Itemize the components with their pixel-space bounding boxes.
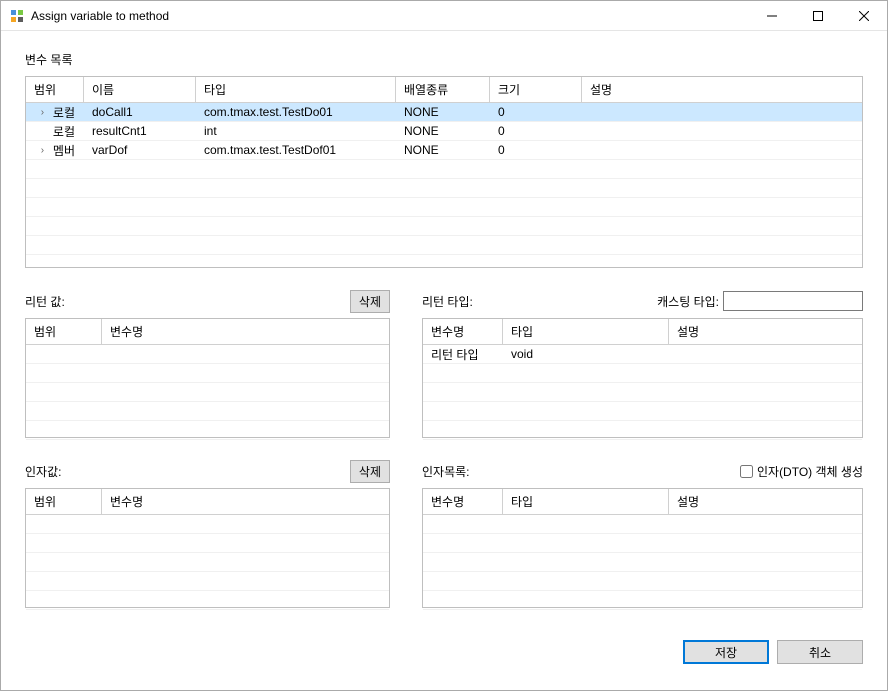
cell-array: NONE xyxy=(396,143,490,157)
cell-scope: 멤버 xyxy=(51,142,75,159)
table-row[interactable] xyxy=(26,515,389,534)
variable-list-header: 범위 이름 타입 배열종류 크기 설명 xyxy=(26,77,862,103)
table-row[interactable] xyxy=(423,515,862,534)
col-size[interactable]: 크기 xyxy=(490,77,582,102)
cell-size: 0 xyxy=(490,143,582,157)
col-type[interactable]: 타입 xyxy=(503,489,669,514)
return-type-table[interactable]: 변수명 타입 설명 리턴 타입void xyxy=(422,318,863,438)
cell-varname: 리턴 타입 xyxy=(423,346,503,363)
table-row[interactable] xyxy=(26,421,389,440)
return-value-table[interactable]: 범위 변수명 xyxy=(25,318,390,438)
expand-icon[interactable]: › xyxy=(34,107,51,118)
col-scope[interactable]: 범위 xyxy=(26,489,102,514)
table-row[interactable] xyxy=(26,572,389,591)
table-row[interactable] xyxy=(423,402,862,421)
col-name[interactable]: 이름 xyxy=(84,77,196,102)
cell-name: resultCnt1 xyxy=(84,124,196,138)
arg-value-label: 인자값: xyxy=(25,463,61,480)
dto-checkbox[interactable] xyxy=(740,465,753,478)
table-row[interactable] xyxy=(26,179,862,198)
col-varname[interactable]: 변수명 xyxy=(102,319,389,344)
table-row[interactable] xyxy=(26,534,389,553)
table-row[interactable] xyxy=(423,421,862,440)
col-varname[interactable]: 변수명 xyxy=(423,489,503,514)
col-varname[interactable]: 변수명 xyxy=(423,319,503,344)
arg-value-header: 범위 변수명 xyxy=(26,489,389,515)
app-icon xyxy=(9,8,25,24)
return-value-delete-button[interactable]: 삭제 xyxy=(350,290,390,313)
table-row[interactable] xyxy=(423,591,862,610)
window-title: Assign variable to method xyxy=(31,9,749,23)
col-desc[interactable]: 설명 xyxy=(669,489,862,514)
expand-icon[interactable]: › xyxy=(34,145,51,156)
arg-list-header: 변수명 타입 설명 xyxy=(423,489,862,515)
col-desc[interactable]: 설명 xyxy=(582,77,862,102)
cell-size: 0 xyxy=(490,124,582,138)
cell-type: com.tmax.test.TestDo01 xyxy=(196,105,396,119)
arg-value-delete-button[interactable]: 삭제 xyxy=(350,460,390,483)
close-button[interactable] xyxy=(841,1,887,31)
dto-checkbox-wrap[interactable]: 인자(DTO) 객체 생성 xyxy=(740,463,863,480)
cell-size: 0 xyxy=(490,105,582,119)
table-row[interactable] xyxy=(423,534,862,553)
casting-type-label: 캐스팅 타입: xyxy=(657,293,719,310)
table-row[interactable] xyxy=(26,160,862,179)
table-row[interactable] xyxy=(26,255,862,273)
casting-type-input[interactable] xyxy=(723,291,863,311)
dialog-buttons: 저장 취소 xyxy=(1,624,887,664)
cell-scope: 로컬 xyxy=(51,123,75,140)
table-row[interactable] xyxy=(423,383,862,402)
table-row[interactable]: ›로컬 doCall1com.tmax.test.TestDo01NONE0 xyxy=(26,103,862,122)
maximize-button[interactable] xyxy=(795,1,841,31)
table-row[interactable] xyxy=(26,236,862,255)
cell-type: int xyxy=(196,124,396,138)
cell-array: NONE xyxy=(396,124,490,138)
cancel-button[interactable]: 취소 xyxy=(777,640,863,664)
table-row[interactable] xyxy=(26,402,389,421)
table-row[interactable]: 로컬 resultCnt1intNONE0 xyxy=(26,122,862,141)
titlebar: Assign variable to method xyxy=(1,1,887,31)
table-row[interactable] xyxy=(26,217,862,236)
table-row[interactable] xyxy=(423,553,862,572)
table-row[interactable] xyxy=(26,553,389,572)
table-row[interactable] xyxy=(26,383,389,402)
col-type[interactable]: 타입 xyxy=(503,319,669,344)
cell-name: doCall1 xyxy=(84,105,196,119)
col-desc[interactable]: 설명 xyxy=(669,319,862,344)
table-row[interactable] xyxy=(26,345,389,364)
minimize-button[interactable] xyxy=(749,1,795,31)
table-row[interactable] xyxy=(26,364,389,383)
table-row[interactable] xyxy=(423,364,862,383)
arg-list-label: 인자목록: xyxy=(422,463,470,480)
return-value-label: 리턴 값: xyxy=(25,293,65,310)
dialog-content: 변수 목록 범위 이름 타입 배열종류 크기 설명 ›로컬doCall1com.… xyxy=(1,31,887,624)
table-row[interactable]: 리턴 타입void xyxy=(423,345,862,364)
cell-array: NONE xyxy=(396,105,490,119)
return-type-label: 리턴 타입: xyxy=(422,293,473,310)
return-value-header: 범위 변수명 xyxy=(26,319,389,345)
table-row[interactable] xyxy=(26,591,389,610)
save-button[interactable]: 저장 xyxy=(683,640,769,664)
variable-list-table[interactable]: 범위 이름 타입 배열종류 크기 설명 ›로컬doCall1com.tmax.t… xyxy=(25,76,863,268)
cell-type: void xyxy=(503,347,669,361)
col-array[interactable]: 배열종류 xyxy=(396,77,490,102)
table-row[interactable]: ›멤버 varDofcom.tmax.test.TestDof01NONE0 xyxy=(26,141,862,160)
col-scope[interactable]: 범위 xyxy=(26,319,102,344)
col-scope[interactable]: 범위 xyxy=(26,77,84,102)
table-row[interactable] xyxy=(26,198,862,217)
arg-list-table[interactable]: 변수명 타입 설명 xyxy=(422,488,863,608)
variable-list-label: 변수 목록 xyxy=(25,51,863,68)
col-varname[interactable]: 변수명 xyxy=(102,489,389,514)
arg-value-table[interactable]: 범위 변수명 xyxy=(25,488,390,608)
col-type[interactable]: 타입 xyxy=(196,77,396,102)
return-type-header: 변수명 타입 설명 xyxy=(423,319,862,345)
cell-name: varDof xyxy=(84,143,196,157)
cell-scope: 로컬 xyxy=(51,104,75,121)
table-row[interactable] xyxy=(423,572,862,591)
dto-checkbox-label: 인자(DTO) 객체 생성 xyxy=(757,463,863,480)
cell-type: com.tmax.test.TestDof01 xyxy=(196,143,396,157)
